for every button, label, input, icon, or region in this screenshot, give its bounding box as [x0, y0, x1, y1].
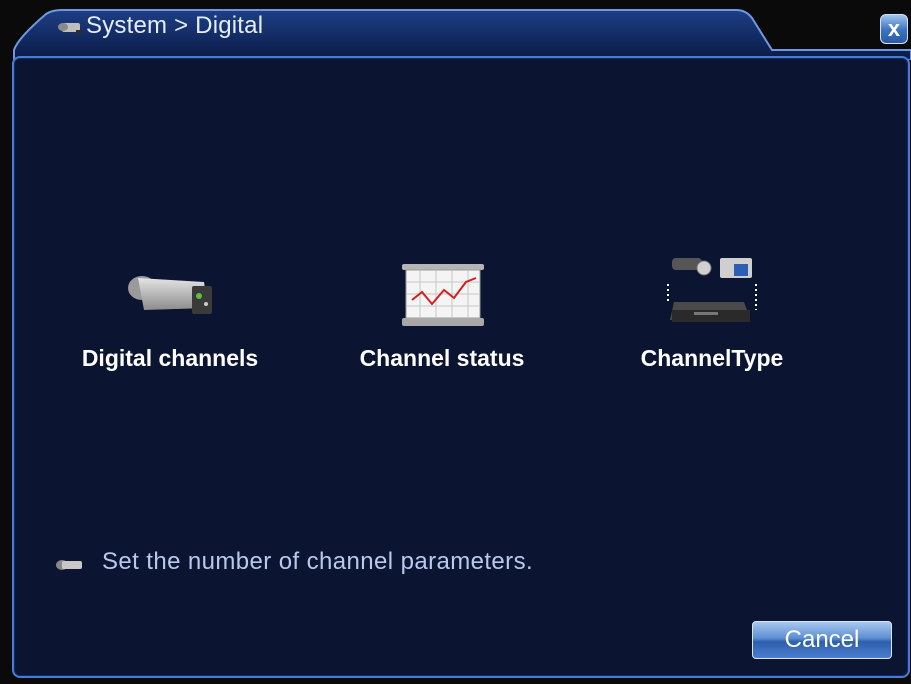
- dialog-window: System > Digital x Digital channels Chan…: [0, 0, 911, 684]
- help-text: Set the number of channel parameters.: [102, 548, 534, 575]
- status-chart-icon: [402, 264, 484, 326]
- menu-item-label: Channel status: [359, 345, 525, 371]
- menu-item-label: Digital channels: [81, 345, 259, 371]
- camera-hint-icon: [56, 560, 82, 570]
- camera-title-icon: [58, 23, 82, 34]
- channel-type-icon: [667, 258, 757, 322]
- window-title: System > Digital: [86, 12, 264, 39]
- cancel-button[interactable]: Cancel: [752, 621, 892, 659]
- menu-item-label: ChannelType: [640, 345, 784, 371]
- close-button[interactable]: x: [880, 14, 908, 44]
- ip-camera-icon: [128, 276, 212, 314]
